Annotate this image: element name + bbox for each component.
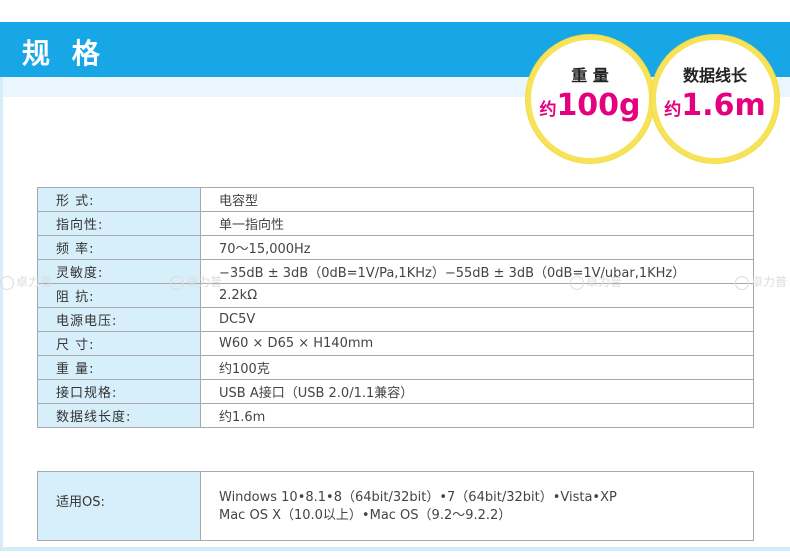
spec-key: 灵敏度: bbox=[37, 259, 201, 284]
spec-value: USB A接口（USB 2.0/1.1兼容） bbox=[200, 379, 754, 404]
os-key: 适用OS: bbox=[37, 471, 201, 541]
spec-row: 频 率: 70～15,000Hz bbox=[37, 235, 754, 260]
spec-row: 重 量: 约100克 bbox=[37, 355, 754, 380]
cable-badge-value: 约1.6m bbox=[656, 88, 774, 123]
spec-value: 2.2kΩ bbox=[200, 283, 754, 308]
spec-row: 数据线长度: 约1.6m bbox=[37, 403, 754, 428]
spec-key: 形 式: bbox=[37, 187, 201, 212]
spec-value: −35dB ± 3dB（0dB=1V/Pa,1KHz）−55dB ± 3dB（0… bbox=[200, 259, 754, 284]
page-title: 规 格 bbox=[22, 37, 106, 70]
spec-key: 电源电压: bbox=[37, 307, 201, 332]
spec-value: 约100克 bbox=[200, 355, 754, 380]
spec-table: 形 式: 电容型 指向性: 单一指向性 频 率: 70～15,000Hz 灵敏度… bbox=[37, 187, 754, 428]
spec-row: 电源电压: DC5V bbox=[37, 307, 754, 332]
spec-row: 灵敏度: −35dB ± 3dB（0dB=1V/Pa,1KHz）−55dB ± … bbox=[37, 259, 754, 284]
cable-badge-label: 数据线长 bbox=[682, 66, 747, 85]
left-edge-stripe bbox=[0, 77, 3, 547]
weight-badge-value: 约100g bbox=[531, 88, 649, 123]
spec-key: 指向性: bbox=[37, 211, 201, 236]
os-row: 适用OS: Windows 10•8.1•8（64bit/32bit）•7（64… bbox=[37, 471, 754, 541]
cable-length-badge: 数据线长 约1.6m bbox=[651, 35, 779, 163]
spec-row: 接口规格: USB A接口（USB 2.0/1.1兼容） bbox=[37, 379, 754, 404]
top-margin bbox=[0, 0, 790, 22]
spec-value: 单一指向性 bbox=[200, 211, 754, 236]
weight-badge-prefix: 约 bbox=[539, 100, 557, 120]
spec-key: 数据线长度: bbox=[37, 403, 201, 428]
spec-key: 尺 寸: bbox=[37, 331, 201, 356]
spec-value: W60 × D65 × H140mm bbox=[200, 331, 754, 356]
cable-badge-prefix: 约 bbox=[664, 100, 682, 120]
spec-row: 尺 寸: W60 × D65 × H140mm bbox=[37, 331, 754, 356]
spec-key: 频 率: bbox=[37, 235, 201, 260]
os-line-windows: Windows 10•8.1•8（64bit/32bit）•7（64bit/32… bbox=[219, 490, 617, 505]
os-table: 适用OS: Windows 10•8.1•8（64bit/32bit）•7（64… bbox=[37, 471, 754, 541]
os-line-mac: Mac OS X（10.0以上）•Mac OS（9.2～9.2.2） bbox=[219, 508, 512, 523]
spec-row: 阻 抗: 2.2kΩ bbox=[37, 283, 754, 308]
os-value: Windows 10•8.1•8（64bit/32bit）•7（64bit/32… bbox=[200, 471, 754, 541]
cable-badge-number: 1.6m bbox=[681, 88, 766, 123]
weight-badge-number: 100g bbox=[556, 88, 641, 123]
spec-value: 约1.6m bbox=[200, 403, 754, 428]
spec-key: 阻 抗: bbox=[37, 283, 201, 308]
spec-value: 70～15,000Hz bbox=[200, 235, 754, 260]
spec-value: 电容型 bbox=[200, 187, 754, 212]
weight-badge: 重 量 约100g bbox=[526, 35, 654, 163]
spec-row: 指向性: 单一指向性 bbox=[37, 211, 754, 236]
spec-key: 重 量: bbox=[37, 355, 201, 380]
spec-value: DC5V bbox=[200, 307, 754, 332]
weight-badge-label: 重 量 bbox=[571, 66, 609, 85]
bottom-border bbox=[0, 547, 790, 551]
spec-row: 形 式: 电容型 bbox=[37, 187, 754, 212]
spec-key: 接口规格: bbox=[37, 379, 201, 404]
watermark-text: 卓力普 bbox=[751, 275, 788, 289]
